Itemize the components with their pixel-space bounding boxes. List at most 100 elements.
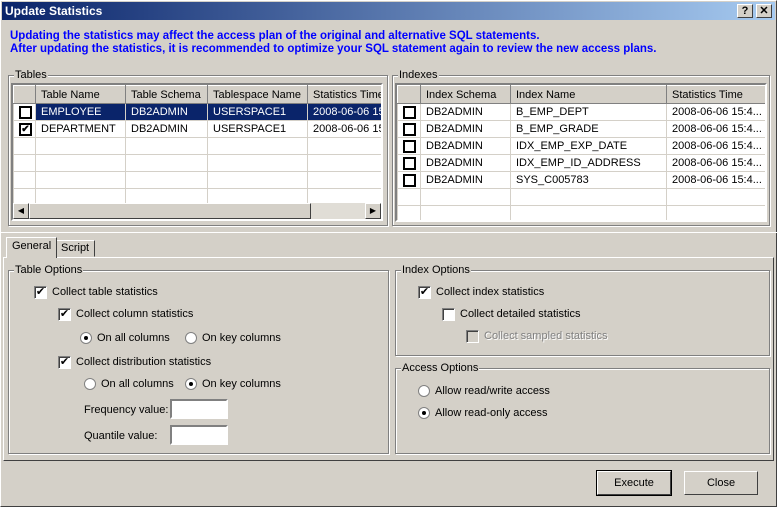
radio-selected-icon bbox=[418, 407, 430, 420]
indexes-label: Indexes bbox=[398, 69, 439, 81]
cell: DB2ADMIN bbox=[420, 103, 511, 121]
tab-script[interactable]: Script bbox=[55, 240, 96, 257]
cell: EMPLOYEE bbox=[35, 103, 126, 121]
cell: B_EMP_DEPT bbox=[510, 103, 667, 121]
radio-label: On all columns bbox=[97, 332, 170, 344]
radio-label: Allow read-only access bbox=[435, 407, 548, 419]
table-row[interactable]: DB2ADMIN IDX_EMP_EXP_DATE 2008-06-06 15:4.… bbox=[397, 137, 765, 155]
row-checkbox-cell bbox=[13, 137, 36, 155]
quantile-value-input[interactable] bbox=[170, 425, 228, 445]
radio-icon bbox=[84, 378, 96, 391]
execute-button[interactable]: Execute bbox=[596, 470, 672, 496]
column-header-tablespace-name[interactable]: Tablespace Name bbox=[207, 85, 308, 104]
cell bbox=[420, 188, 511, 206]
help-button[interactable]: ? bbox=[737, 4, 753, 18]
column-header-select[interactable] bbox=[397, 85, 421, 104]
cell: DB2ADMIN bbox=[125, 103, 208, 121]
radio-icon bbox=[185, 332, 197, 345]
close-window-button[interactable]: ✕ bbox=[756, 4, 772, 18]
allow-read-write-radio[interactable]: Allow read/write access bbox=[418, 384, 550, 398]
frequency-value-input[interactable] bbox=[170, 399, 228, 419]
radio-selected-icon bbox=[185, 378, 197, 391]
radio-label: On key columns bbox=[202, 378, 281, 390]
collect-column-statistics-checkbox[interactable]: ✔ Collect column statistics bbox=[58, 307, 193, 321]
radio-label: On all columns bbox=[101, 378, 174, 390]
row-checkbox-cell bbox=[13, 103, 36, 121]
divider bbox=[0, 232, 777, 233]
row-checkbox-checked[interactable]: ✔ bbox=[19, 122, 32, 136]
cell: DB2ADMIN bbox=[420, 154, 511, 172]
cell bbox=[666, 188, 765, 206]
cell: 2008-06-06 15:4... bbox=[666, 171, 765, 189]
scroll-right-button[interactable]: ▶ bbox=[365, 203, 381, 219]
column-on-key-columns-radio[interactable]: On key columns bbox=[185, 331, 281, 345]
cell bbox=[510, 188, 667, 206]
column-header-statistics-time[interactable]: Statistics Time bbox=[666, 85, 765, 104]
dist-on-key-columns-radio[interactable]: On key columns bbox=[185, 377, 281, 391]
row-checkbox-cell: ✔ bbox=[13, 120, 36, 138]
cell: DB2ADMIN bbox=[420, 171, 511, 189]
row-checkbox[interactable] bbox=[403, 105, 416, 119]
column-header-index-name[interactable]: Index Name bbox=[510, 85, 667, 104]
checkbox-disabled-icon bbox=[466, 329, 479, 343]
column-on-all-columns-radio[interactable]: On all columns bbox=[80, 331, 170, 345]
collect-table-statistics-checkbox[interactable]: ✔ Collect table statistics bbox=[34, 285, 158, 299]
cell: DB2ADMIN bbox=[125, 120, 208, 138]
cell bbox=[666, 205, 765, 220]
column-header-statistics-time[interactable]: Statistics Time bbox=[307, 85, 381, 104]
cell: USERSPACE1 bbox=[207, 103, 308, 121]
table-row[interactable]: ✔ DEPARTMENT DB2ADMIN USERSPACE1 2008-06-06 … bbox=[13, 120, 381, 138]
scroll-left-button[interactable]: ◀ bbox=[13, 203, 29, 219]
checkbox-label: Collect detailed statistics bbox=[460, 308, 581, 320]
row-checkbox-cell bbox=[13, 154, 36, 172]
tables-grid: Table Name Table Schema Tablespace Name … bbox=[11, 83, 383, 221]
cell bbox=[420, 205, 511, 220]
access-options-label: Access Options bbox=[401, 362, 480, 374]
collect-sampled-statistics-checkbox: Collect sampled statistics bbox=[466, 329, 608, 343]
empty-row bbox=[397, 188, 765, 206]
collect-detailed-statistics-checkbox[interactable]: Collect detailed statistics bbox=[442, 307, 580, 321]
checkbox-checked-icon: ✔ bbox=[418, 285, 431, 299]
row-checkbox-cell bbox=[397, 120, 421, 138]
tables-label: Tables bbox=[14, 69, 48, 81]
empty-row bbox=[397, 205, 765, 220]
row-checkbox[interactable] bbox=[403, 156, 416, 170]
cell: USERSPACE1 bbox=[207, 120, 308, 138]
empty-row bbox=[13, 137, 381, 155]
radio-label: Allow read/write access bbox=[435, 385, 550, 397]
row-checkbox[interactable] bbox=[403, 122, 416, 136]
table-row[interactable]: EMPLOYEE DB2ADMIN USERSPACE1 2008-06-06 15 bbox=[13, 103, 381, 121]
radio-icon bbox=[418, 385, 430, 398]
close-button[interactable]: Close bbox=[684, 471, 758, 495]
table-row[interactable]: DB2ADMIN IDX_EMP_ID_ADDRESS 2008-06-06 15:… bbox=[397, 154, 765, 172]
row-checkbox[interactable] bbox=[19, 105, 32, 119]
collect-index-statistics-checkbox[interactable]: ✔ Collect index statistics bbox=[418, 285, 544, 299]
column-header-select[interactable] bbox=[13, 85, 36, 104]
checkbox-checked-icon: ✔ bbox=[58, 307, 71, 321]
cell bbox=[35, 137, 126, 155]
allow-read-only-radio[interactable]: Allow read-only access bbox=[418, 406, 548, 420]
table-row[interactable]: DB2ADMIN SYS_C005783 2008-06-06 15:4... bbox=[397, 171, 765, 189]
cell: DB2ADMIN bbox=[420, 120, 511, 138]
cell bbox=[125, 171, 208, 189]
column-header-index-schema[interactable]: Index Schema bbox=[420, 85, 511, 104]
frequency-value-label: Frequency value: bbox=[84, 404, 169, 416]
table-row[interactable]: DB2ADMIN B_EMP_DEPT 2008-06-06 15:4... bbox=[397, 103, 765, 121]
checkbox-label: Collect column statistics bbox=[76, 308, 194, 320]
cell bbox=[307, 171, 381, 189]
row-checkbox[interactable] bbox=[403, 139, 416, 153]
cell bbox=[125, 137, 208, 155]
table-row[interactable]: DB2ADMIN B_EMP_GRADE 2008-06-06 15:4... bbox=[397, 120, 765, 138]
tab-general[interactable]: General bbox=[6, 237, 58, 258]
row-checkbox-cell bbox=[397, 103, 421, 121]
row-checkbox[interactable] bbox=[403, 173, 416, 187]
horizontal-scrollbar[interactable]: ◀ ▶ bbox=[13, 203, 381, 219]
cell bbox=[35, 154, 126, 172]
column-header-table-name[interactable]: Table Name bbox=[35, 85, 126, 104]
collect-distribution-statistics-checkbox[interactable]: ✔ Collect distribution statistics bbox=[58, 355, 211, 369]
index-options-label: Index Options bbox=[401, 264, 471, 276]
checkbox-label: Collect distribution statistics bbox=[76, 356, 212, 368]
scrollbar-thumb[interactable] bbox=[29, 203, 311, 219]
column-header-table-schema[interactable]: Table Schema bbox=[125, 85, 208, 104]
dist-on-all-columns-radio[interactable]: On all columns bbox=[84, 377, 174, 391]
